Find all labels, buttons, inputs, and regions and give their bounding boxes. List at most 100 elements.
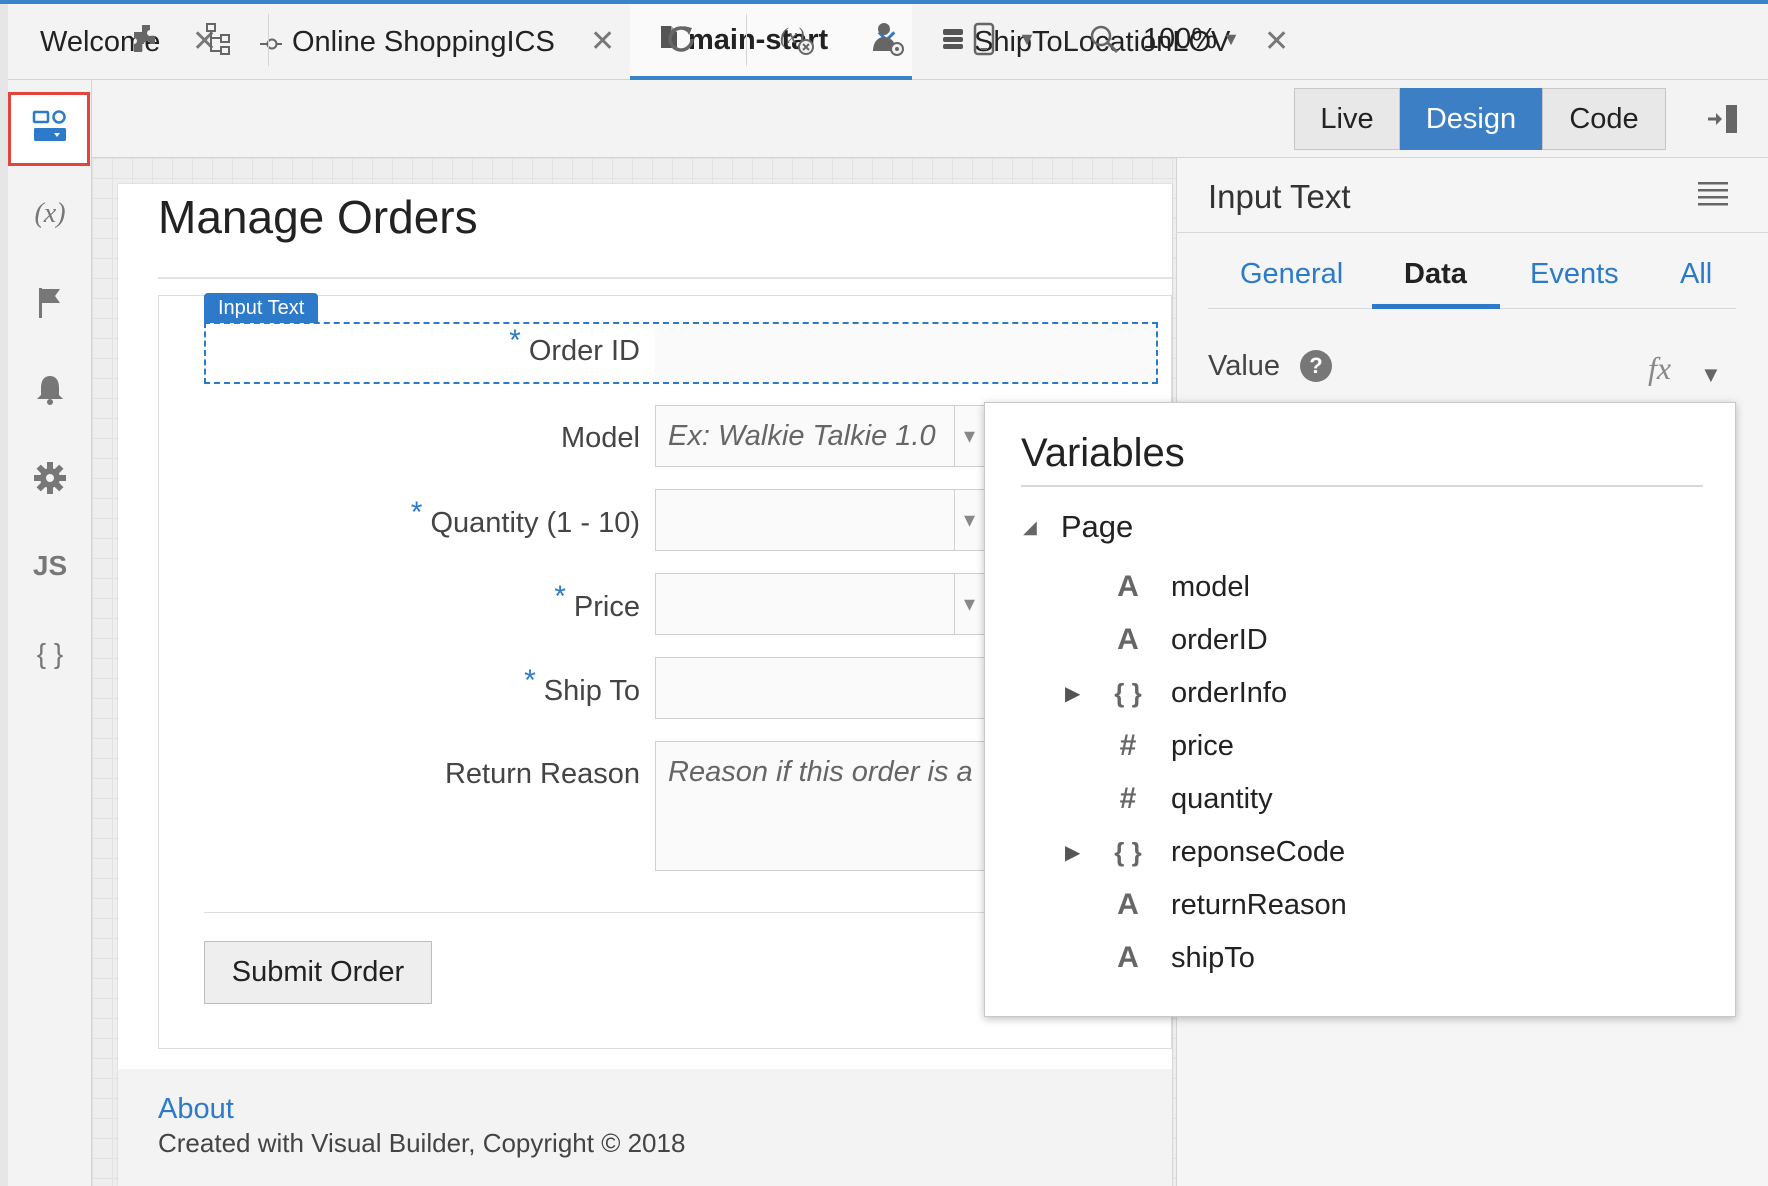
ship-to-select[interactable] <box>655 657 985 719</box>
components-icon[interactable] <box>124 16 168 62</box>
variable-return-reason[interactable]: A returnReason <box>1065 885 1347 925</box>
return-reason-placeholder: Reason if this order is a <box>668 756 973 788</box>
object-type-icon: { } <box>1114 677 1142 708</box>
object-type-icon: { } <box>1114 836 1142 867</box>
required-marker: * <box>554 580 566 613</box>
close-icon[interactable]: ✕ <box>1264 24 1289 59</box>
collapse-triangle-icon[interactable]: ◢ <box>1023 517 1037 538</box>
variables-bindings-icon[interactable]: (x) <box>776 16 820 62</box>
number-type-icon: # <box>1119 729 1137 762</box>
variable-order-id[interactable]: A orderID <box>1065 620 1268 660</box>
price-input[interactable]: ▾ <box>655 573 985 635</box>
active-tab-indicator <box>1372 304 1500 309</box>
tab-online-shopping-ics[interactable]: Online ShoppingICS ✕ <box>260 4 630 80</box>
selected-component-outline[interactable] <box>204 322 1158 384</box>
hamburger-menu-icon[interactable] <box>1698 178 1728 217</box>
ship-to-label: * Ship To <box>524 664 640 708</box>
tab-general[interactable]: General <box>1240 258 1343 291</box>
design-mode-button[interactable]: Design <box>1400 88 1542 150</box>
variable-name: model <box>1171 570 1250 603</box>
tree-node-page[interactable]: ◢ Page <box>1023 509 1133 545</box>
close-icon[interactable]: ✕ <box>590 24 615 59</box>
connector-icon <box>260 26 282 59</box>
copyright-text: Created with Visual Builder, Copyright ©… <box>158 1128 686 1158</box>
expand-triangle-icon[interactable]: ▶ <box>1065 681 1099 706</box>
tab-bar-gutter <box>0 4 8 80</box>
variable-quantity[interactable]: # quantity <box>1065 779 1273 819</box>
tab-data[interactable]: Data <box>1404 258 1467 291</box>
variable-name: shipTo <box>1171 941 1255 974</box>
flag-icon[interactable] <box>24 276 76 328</box>
js-icon[interactable]: JS <box>24 540 76 592</box>
toolbar-separator <box>268 14 269 66</box>
device-icon[interactable] <box>966 16 1002 62</box>
user-roles-icon[interactable] <box>866 16 910 62</box>
field-label-text: Quantity (1 - 10) <box>430 507 640 539</box>
zoom-level[interactable]: 100% <box>1130 16 1230 62</box>
chevron-down-icon[interactable]: ▾ <box>954 490 984 550</box>
quantity-label: * Quantity (1 - 10) <box>411 496 640 540</box>
variables-picker-popup: Variables ◢ Page A model A orderID ▶ { }… <box>984 402 1736 1017</box>
tab-label: Online ShoppingICS <box>292 25 555 58</box>
chevron-down-icon[interactable]: ▼ <box>1700 362 1722 388</box>
string-type-icon: A <box>1117 570 1139 603</box>
variable-name: orderInfo <box>1171 676 1288 709</box>
variable-ship-to[interactable]: A shipTo <box>1065 938 1255 978</box>
chevron-down-icon[interactable]: ▼ <box>1014 16 1040 62</box>
model-select[interactable]: Ex: Walkie Talkie 1.0 ▾ <box>655 405 985 467</box>
toolbar-separator <box>746 14 747 66</box>
chevron-down-icon[interactable]: ▾ <box>954 406 984 466</box>
variables-icon[interactable]: (x) <box>24 188 76 240</box>
expand-triangle-icon[interactable]: ▶ <box>1065 840 1099 865</box>
required-marker: * <box>524 664 536 697</box>
json-icon[interactable]: { } <box>24 628 76 680</box>
variable-model[interactable]: A model <box>1065 567 1250 607</box>
bell-icon[interactable] <box>24 364 76 416</box>
submit-order-button[interactable]: Submit Order <box>204 941 432 1004</box>
string-type-icon: A <box>1117 623 1139 656</box>
required-marker: * <box>410 496 423 529</box>
string-type-icon: A <box>1117 941 1139 974</box>
variable-name: quantity <box>1171 782 1273 815</box>
quantity-input[interactable]: ▾ <box>655 489 985 551</box>
variable-name: price <box>1171 729 1234 762</box>
chevron-down-icon[interactable]: ▼ <box>1216 16 1246 62</box>
live-mode-button[interactable]: Live <box>1294 88 1400 150</box>
title-divider <box>158 277 1172 279</box>
field-label-text: Price <box>573 591 640 623</box>
model-placeholder: Ex: Walkie Talkie 1.0 <box>668 419 936 452</box>
return-reason-label: Return Reason <box>444 758 640 790</box>
variable-name: reponseCode <box>1171 835 1346 868</box>
value-property-label: Value <box>1208 350 1281 382</box>
variable-order-info[interactable]: ▶ { } orderInfo <box>1065 673 1287 713</box>
variable-name: returnReason <box>1171 888 1347 921</box>
variable-price[interactable]: # price <box>1065 726 1234 766</box>
variable-name: orderID <box>1171 623 1268 656</box>
tab-events[interactable]: Events <box>1530 258 1619 291</box>
toggle-property-panel-icon[interactable] <box>1702 96 1742 142</box>
page-designer-icon[interactable] <box>24 100 76 152</box>
variable-reponse-code[interactable]: ▶ { } reponseCode <box>1065 832 1345 872</box>
database-icon <box>942 26 964 59</box>
structure-icon[interactable] <box>198 16 242 62</box>
expression-editor-icon[interactable]: fx <box>1648 350 1671 387</box>
model-label: Model <box>561 422 640 454</box>
tab-all[interactable]: All <box>1680 258 1712 291</box>
string-type-icon: A <box>1117 888 1139 921</box>
return-reason-textarea[interactable]: Reason if this order is a <box>655 741 985 871</box>
zoom-icon[interactable] <box>1086 16 1122 62</box>
refresh-icon[interactable] <box>658 16 704 62</box>
about-link[interactable]: About <box>158 1093 234 1126</box>
gear-icon[interactable] <box>24 452 76 504</box>
page-title: Manage Orders <box>158 191 478 243</box>
property-inspector-title: Input Text <box>1208 178 1351 215</box>
number-type-icon: # <box>1119 782 1137 815</box>
code-mode-button[interactable]: Code <box>1542 88 1666 150</box>
tree-node-label: Page <box>1060 509 1134 544</box>
zoom-value: 100% <box>1142 22 1218 55</box>
help-icon[interactable]: ? <box>1300 350 1332 382</box>
panel-divider <box>1176 232 1768 233</box>
selected-component-tag: Input Text <box>204 293 319 323</box>
field-label-text: Ship To <box>543 675 640 707</box>
chevron-down-icon[interactable]: ▾ <box>954 574 984 634</box>
